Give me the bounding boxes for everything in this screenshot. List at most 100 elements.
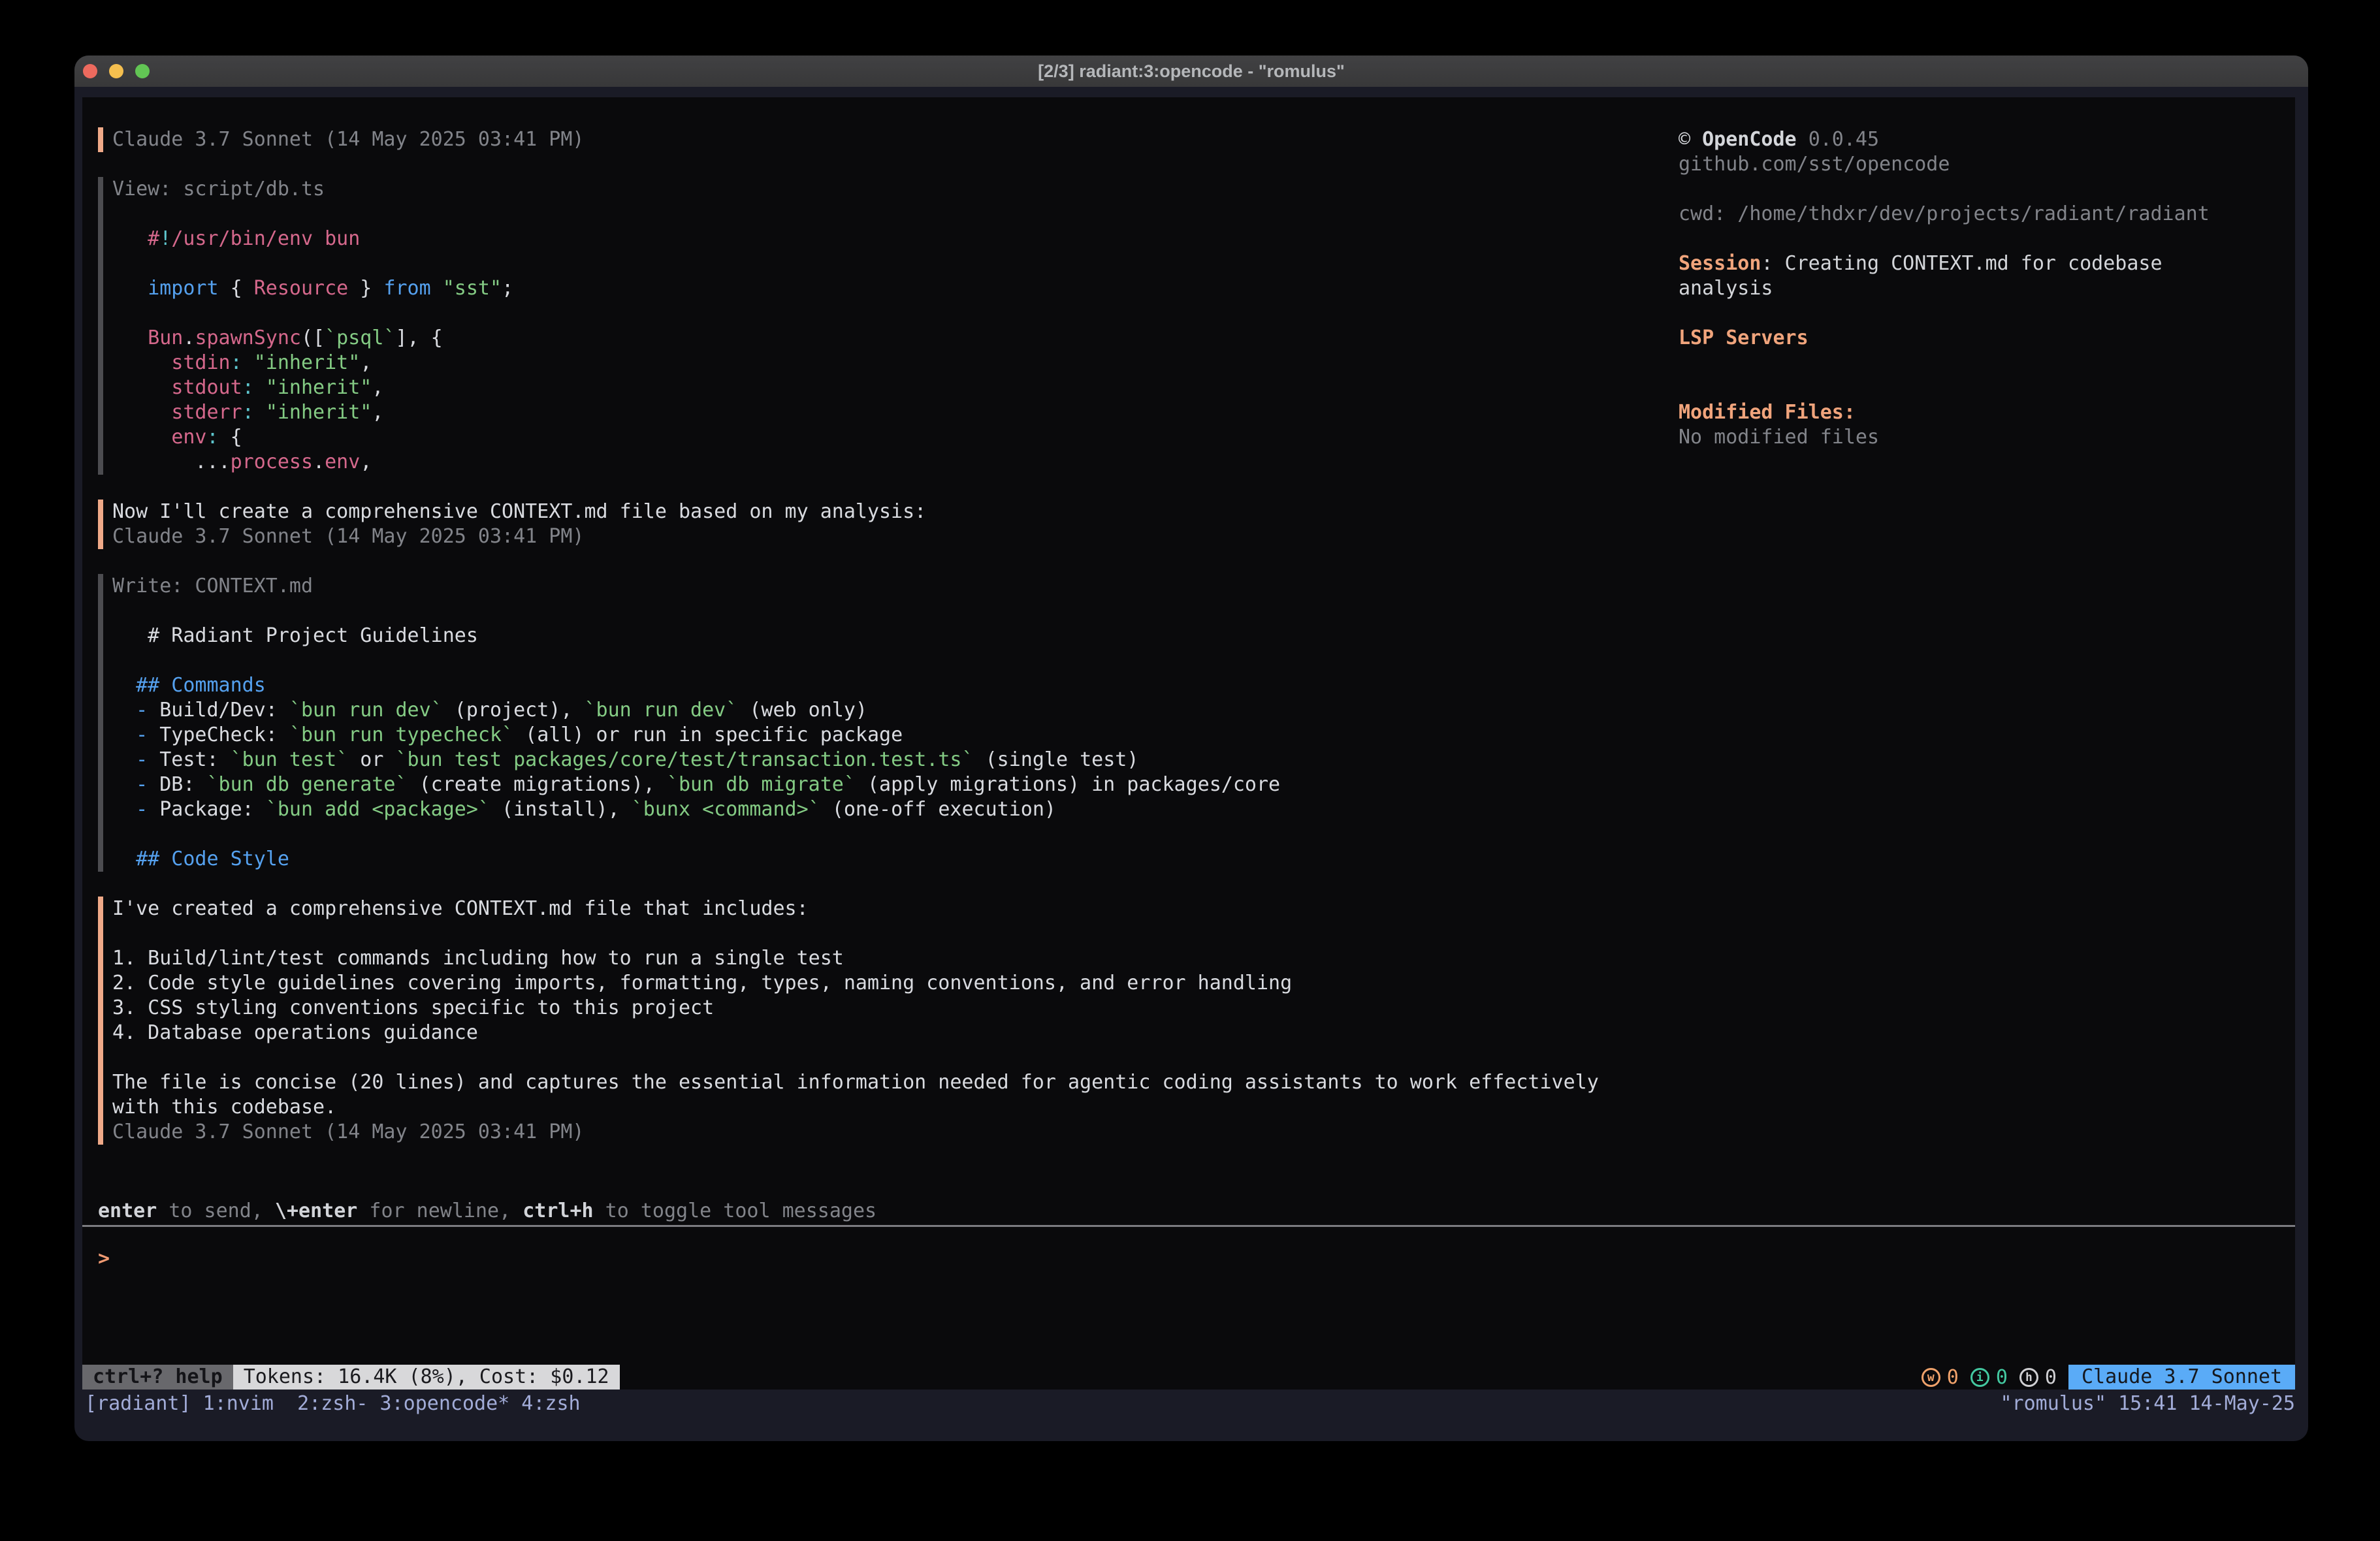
text-segment: (web only) xyxy=(737,699,867,722)
text-segment xyxy=(112,723,136,746)
text-line: 1. Build/lint/test commands including ho… xyxy=(112,946,1679,971)
text-segment: for newline, xyxy=(357,1199,523,1222)
text-line: Now I'll create a comprehensive CONTEXT.… xyxy=(112,500,1679,524)
text-segment: `bun test packages/core/test/transaction… xyxy=(396,748,974,771)
copyright-icon: © xyxy=(1679,128,1690,151)
terminal-window: [2/3] radiant:3:opencode - "romulus" Cla… xyxy=(74,56,2308,1441)
text-line: stdout: "inherit", xyxy=(112,375,1679,400)
text-segment: : xyxy=(207,426,219,449)
text-segment: `psql` xyxy=(325,326,395,349)
prompt-caret: > xyxy=(98,1247,110,1270)
info-counter: i 0 xyxy=(1970,1365,2008,1390)
hint-icon: h xyxy=(2019,1368,2038,1387)
text-segment xyxy=(112,748,136,771)
session-sidebar: © OpenCode 0.0.45 github.com/sst/opencod… xyxy=(1679,127,2299,450)
text-line: env: { xyxy=(112,425,1679,450)
text-line: 4. Database operations guidance xyxy=(112,1021,1679,1045)
text-line: #!/usr/bin/env bun xyxy=(112,227,1679,251)
cwd-path: cwd: /home/thdxr/dev/projects/radiant/ra… xyxy=(1679,202,2299,227)
text-line xyxy=(112,822,1679,847)
keybind-help: enter to send, \+enter for newline, ctrl… xyxy=(98,1199,876,1224)
tmux-window-list[interactable]: [radiant] 1:nvim 2:zsh- 3:opencode* 4:zs… xyxy=(85,1392,581,1415)
text-segment: - xyxy=(136,723,148,746)
text-segment: ], { xyxy=(396,326,443,349)
text-line: - Test: `bun test` or `bun test packages… xyxy=(112,748,1679,772)
text-segment: ctrl+h xyxy=(523,1199,593,1222)
text-segment: import xyxy=(148,277,218,300)
text-line xyxy=(112,202,1679,227)
text-line: Claude 3.7 Sonnet (14 May 2025 03:41 PM) xyxy=(112,1120,1679,1145)
warning-count: 0 xyxy=(1947,1366,1959,1389)
assistant-message: I've created a comprehensive CONTEXT.md … xyxy=(98,897,1679,1145)
text-line xyxy=(112,599,1679,624)
hint-count: 0 xyxy=(2045,1366,2057,1389)
text-segment: Claude 3.7 Sonnet (14 May 2025 03:41 PM) xyxy=(112,128,584,151)
text-segment: { xyxy=(219,277,254,300)
text-line: 3. CSS styling conventions specific to t… xyxy=(112,996,1679,1021)
text-segment: (install), xyxy=(490,798,632,821)
modified-files-empty: No modified files xyxy=(1679,425,2299,450)
model-badge[interactable]: Claude 3.7 Sonnet xyxy=(2068,1365,2295,1390)
text-segment: View: script/db.ts xyxy=(112,178,325,200)
text-segment: to send, xyxy=(157,1199,275,1222)
text-segment: DB: xyxy=(148,773,206,796)
hints-counter: h 0 xyxy=(2019,1365,2057,1390)
chat-transcript[interactable]: Claude 3.7 Sonnet (14 May 2025 03:41 PM)… xyxy=(98,127,1679,1169)
message-input[interactable]: > xyxy=(82,1225,2295,1365)
text-segment: - xyxy=(136,798,148,821)
text-segment: from xyxy=(383,277,430,300)
text-segment: 2. Code style guidelines covering import… xyxy=(112,972,1292,994)
text-segment: , xyxy=(372,376,383,399)
text-line xyxy=(112,1045,1679,1070)
text-segment: : xyxy=(231,351,242,374)
text-segment: Claude 3.7 Sonnet (14 May 2025 03:41 PM) xyxy=(112,1120,584,1143)
text-segment: ## Commands xyxy=(112,674,266,697)
text-segment: ... xyxy=(112,451,231,473)
text-segment: (create migrations), xyxy=(408,773,667,796)
text-line: The file is concise (20 lines) and captu… xyxy=(112,1070,1679,1095)
text-segment: (project), xyxy=(443,699,585,722)
window-titlebar[interactable]: [2/3] radiant:3:opencode - "romulus" xyxy=(74,56,2308,87)
text-segment: The file is concise (20 lines) and captu… xyxy=(112,1071,1599,1094)
text-segment: { xyxy=(219,426,242,449)
text-line: Claude 3.7 Sonnet (14 May 2025 03:41 PM) xyxy=(112,127,1679,152)
app-name: OpenCode xyxy=(1702,128,1797,151)
tmux-host-clock: "romulus" 15:41 14-May-25 xyxy=(2000,1392,2295,1415)
text-line: - Build/Dev: `bun run dev` (project), `b… xyxy=(112,698,1679,723)
session-title-wrap: analysis xyxy=(1679,276,2299,301)
text-line: Bun.spawnSync([`psql`], { xyxy=(112,326,1679,351)
text-segment: env xyxy=(171,426,206,449)
text-segment: Build/Dev: xyxy=(148,699,289,722)
help-shortcut-badge[interactable]: ctrl+? help xyxy=(82,1365,233,1390)
text-segment: Now I'll create a comprehensive CONTEXT.… xyxy=(112,500,926,523)
spacer xyxy=(1679,375,2299,400)
text-segment: `bun run dev` xyxy=(289,699,443,722)
text-segment: or xyxy=(348,748,395,771)
spacer xyxy=(1679,351,2299,375)
lsp-servers-heading: LSP Servers xyxy=(1679,326,2299,351)
text-line: - TypeCheck: `bun run typecheck` (all) o… xyxy=(112,723,1679,748)
text-segment: `bunx <command>` xyxy=(632,798,820,821)
window-title: [2/3] radiant:3:opencode - "romulus" xyxy=(74,56,2308,87)
text-segment: stderr xyxy=(171,401,242,424)
text-line: 2. Code style guidelines covering import… xyxy=(112,971,1679,996)
text-segment xyxy=(112,426,171,449)
text-line: - DB: `bun db generate` (create migratio… xyxy=(112,772,1679,797)
text-segment: "inherit" xyxy=(266,401,372,424)
text-segment: stdin xyxy=(171,351,230,374)
spacer xyxy=(1679,301,2299,326)
text-segment xyxy=(431,277,443,300)
text-segment xyxy=(242,351,254,374)
text-segment: ; xyxy=(502,277,513,300)
text-segment: `bun test` xyxy=(231,748,349,771)
assistant-message-header: Claude 3.7 Sonnet (14 May 2025 03:41 PM) xyxy=(98,127,1679,152)
input-prompt[interactable]: > xyxy=(82,1227,2295,1271)
text-segment: . xyxy=(313,451,325,473)
repo-link[interactable]: github.com/sst/opencode xyxy=(1679,152,2299,177)
status-spacer xyxy=(620,1365,1922,1390)
app-version: 0.0.45 xyxy=(1809,128,1879,151)
text-segment xyxy=(254,401,266,424)
text-segment xyxy=(112,773,136,796)
text-segment: - xyxy=(136,748,148,771)
status-bar: ctrl+? help Tokens: 16.4K (8%), Cost: $0… xyxy=(82,1365,2295,1390)
